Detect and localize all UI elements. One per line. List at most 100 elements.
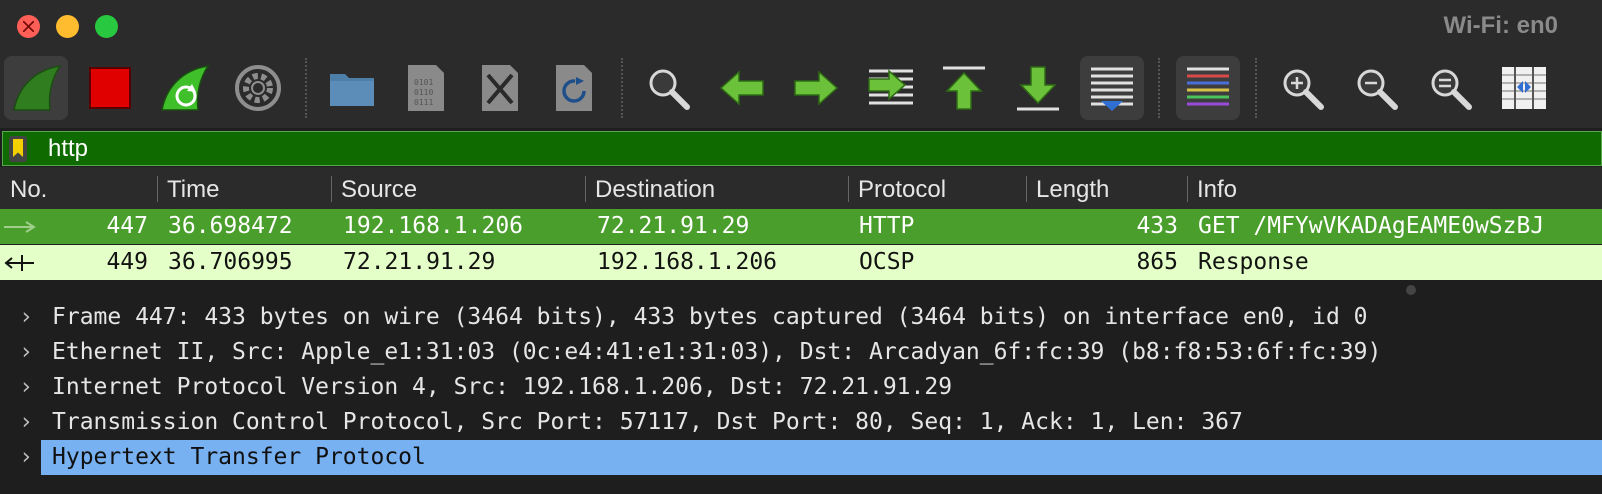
column-divider[interactable] bbox=[585, 176, 586, 202]
start-capture-icon bbox=[13, 64, 62, 111]
splitter-handle[interactable] bbox=[1406, 285, 1416, 295]
stop-capture-icon bbox=[89, 67, 131, 109]
column-divider[interactable] bbox=[1187, 176, 1188, 202]
column-header-time[interactable]: Time bbox=[167, 176, 219, 204]
go-last-button[interactable] bbox=[1006, 56, 1070, 120]
go-to-packet-icon bbox=[868, 69, 913, 105]
column-divider[interactable] bbox=[157, 176, 158, 202]
autoscroll-icon bbox=[1091, 67, 1133, 111]
colorize-button[interactable] bbox=[1176, 56, 1240, 120]
open-file-icon bbox=[330, 74, 374, 106]
packet-protocol: HTTP bbox=[859, 213, 915, 239]
packet-row[interactable]: 447 36.698472 192.168.1.206 72.21.91.29 … bbox=[0, 209, 1602, 244]
capture-options-icon bbox=[235, 65, 281, 111]
open-file-button[interactable] bbox=[320, 56, 384, 120]
zoom-normal-button[interactable] bbox=[1418, 56, 1482, 120]
column-header-source[interactable]: Source bbox=[341, 176, 417, 204]
close-file-button[interactable] bbox=[468, 56, 532, 120]
column-header-length[interactable]: Length bbox=[1036, 176, 1109, 204]
column-divider[interactable] bbox=[848, 176, 849, 202]
find-packet-button[interactable] bbox=[636, 56, 700, 120]
zoom-out-button[interactable] bbox=[1344, 56, 1408, 120]
packet-info: Response bbox=[1198, 249, 1309, 275]
chevron-right-icon[interactable]: › bbox=[16, 335, 36, 370]
close-file-icon bbox=[482, 65, 518, 111]
svg-text:0101: 0101 bbox=[414, 78, 433, 87]
minimize-window-button[interactable] bbox=[56, 15, 79, 38]
display-filter-bar bbox=[2, 131, 1602, 166]
packet-length: 433 bbox=[1136, 213, 1178, 239]
packet-length: 865 bbox=[1136, 249, 1178, 275]
packet-time: 36.698472 bbox=[168, 213, 293, 239]
go-forward-button[interactable] bbox=[784, 56, 848, 120]
tree-item-frame[interactable]: › Frame 447: 433 bytes on wire (3464 bit… bbox=[0, 300, 1602, 335]
maximize-window-button[interactable] bbox=[95, 15, 118, 38]
save-file-icon: 0101 0110 0111 bbox=[408, 65, 444, 111]
go-to-packet-button[interactable] bbox=[858, 56, 922, 120]
response-arrow-icon bbox=[4, 255, 34, 271]
tree-item-label: Frame 447: 433 bytes on wire (3464 bits)… bbox=[52, 304, 1368, 330]
tree-item-http[interactable]: › Hypertext Transfer Protocol bbox=[0, 440, 1602, 475]
column-header-no[interactable]: No. bbox=[10, 176, 47, 204]
toolbar-separator bbox=[1158, 58, 1160, 118]
packet-list-header: No. Time Source Destination Protocol Len… bbox=[0, 167, 1602, 210]
restart-capture-button[interactable] bbox=[152, 56, 216, 120]
filter-bookmark-icon[interactable] bbox=[9, 136, 27, 162]
go-back-button[interactable] bbox=[710, 56, 774, 120]
resize-columns-button[interactable] bbox=[1492, 56, 1556, 120]
title-bar: Wi-Fi: en0 bbox=[0, 0, 1602, 50]
tree-item-label: Internet Protocol Version 4, Src: 192.16… bbox=[52, 374, 953, 400]
svg-text:0111: 0111 bbox=[414, 98, 433, 107]
column-divider[interactable] bbox=[1026, 176, 1027, 202]
window-title: Wi-Fi: en0 bbox=[1443, 12, 1558, 39]
tree-item-label: Hypertext Transfer Protocol bbox=[52, 444, 426, 470]
column-header-protocol[interactable]: Protocol bbox=[858, 176, 946, 204]
capture-options-button[interactable] bbox=[226, 56, 290, 120]
packet-protocol: OCSP bbox=[859, 249, 915, 275]
toolbar-separator bbox=[305, 58, 307, 118]
packet-details-tree: › Frame 447: 433 bytes on wire (3464 bit… bbox=[0, 297, 1602, 494]
tree-item-label: Ethernet II, Src: Apple_e1:31:03 (0c:e4:… bbox=[52, 339, 1382, 365]
tree-item-ipv4[interactable]: › Internet Protocol Version 4, Src: 192.… bbox=[0, 370, 1602, 405]
packet-source: 192.168.1.206 bbox=[343, 213, 524, 239]
column-header-info[interactable]: Info bbox=[1197, 176, 1237, 204]
column-divider[interactable] bbox=[331, 176, 332, 202]
chevron-right-icon[interactable]: › bbox=[16, 300, 36, 335]
save-file-button[interactable]: 0101 0110 0111 bbox=[394, 56, 458, 120]
toolbar-separator bbox=[621, 58, 623, 118]
colorize-icon bbox=[1187, 67, 1229, 106]
tree-item-ethernet[interactable]: › Ethernet II, Src: Apple_e1:31:03 (0c:e… bbox=[0, 335, 1602, 370]
svg-text:0110: 0110 bbox=[414, 88, 433, 97]
tree-item-tcp[interactable]: › Transmission Control Protocol, Src Por… bbox=[0, 405, 1602, 440]
zoom-in-button[interactable] bbox=[1270, 56, 1334, 120]
resize-columns-icon bbox=[1502, 67, 1546, 109]
close-window-button[interactable] bbox=[17, 15, 40, 38]
packet-destination: 72.21.91.29 bbox=[597, 213, 750, 239]
zoom-out-icon bbox=[1357, 69, 1398, 110]
packet-no: 449 bbox=[106, 249, 148, 275]
packet-row[interactable]: 449 36.706995 72.21.91.29 192.168.1.206 … bbox=[0, 245, 1602, 280]
toolbar-separator bbox=[1255, 58, 1257, 118]
chevron-right-icon[interactable]: › bbox=[16, 370, 36, 405]
chevron-right-icon[interactable]: › bbox=[16, 405, 36, 440]
start-capture-button[interactable] bbox=[4, 56, 68, 120]
go-first-icon bbox=[943, 66, 985, 110]
packet-list: No. Time Source Destination Protocol Len… bbox=[0, 167, 1602, 295]
go-first-button[interactable] bbox=[932, 56, 996, 120]
display-filter-input[interactable] bbox=[43, 132, 1593, 165]
packet-source: 72.21.91.29 bbox=[343, 249, 496, 275]
go-forward-icon bbox=[794, 70, 839, 106]
packet-no: 447 bbox=[106, 213, 148, 239]
autoscroll-button[interactable] bbox=[1080, 56, 1144, 120]
restart-capture-icon bbox=[161, 64, 210, 111]
column-header-destination[interactable]: Destination bbox=[595, 176, 715, 204]
go-last-icon bbox=[1017, 66, 1059, 111]
chevron-right-icon[interactable]: › bbox=[16, 440, 36, 475]
tree-item-label: Transmission Control Protocol, Src Port:… bbox=[52, 409, 1243, 435]
packet-info: GET /MFYwVKADAgEAME0wSzBJ bbox=[1198, 213, 1545, 239]
reload-file-icon bbox=[556, 65, 592, 111]
go-back-icon bbox=[719, 70, 764, 106]
stop-capture-button[interactable] bbox=[78, 56, 142, 120]
reload-file-button[interactable] bbox=[542, 56, 606, 120]
zoom-normal-icon bbox=[1431, 69, 1472, 110]
